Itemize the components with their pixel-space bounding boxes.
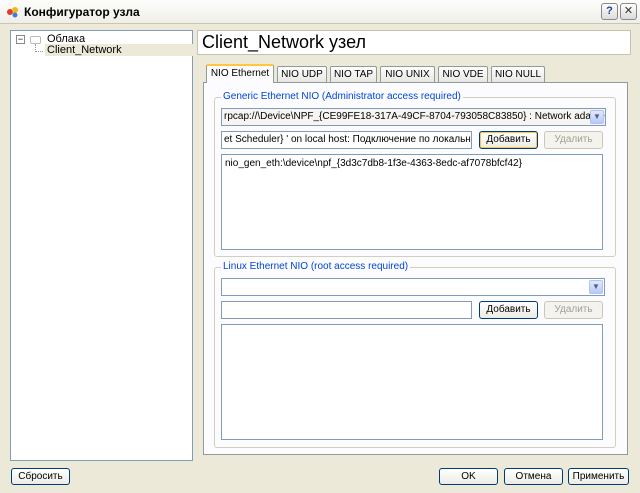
title-bar: Конфигуратор узла ? ✕ <box>0 0 640 24</box>
linux-adapter-select[interactable]: ▼ <box>221 278 605 296</box>
linux-ethernet-legend: Linux Ethernet NIO (root access required… <box>221 261 411 272</box>
linux-ethernet-group: Linux Ethernet NIO (root access required… <box>214 261 616 448</box>
close-button[interactable]: ✕ <box>620 3 637 20</box>
generic-interface-input[interactable]: et Scheduler} ' on local host: Подключен… <box>221 131 472 149</box>
chevron-down-icon[interactable]: ▼ <box>589 280 603 294</box>
list-item[interactable]: nio_gen_eth:\device\npf_{3d3c7db8-1f3e-4… <box>225 158 599 169</box>
app-icon <box>7 7 18 18</box>
window-title: Конфигуратор узла <box>24 5 140 19</box>
tab-nio-tap[interactable]: NIO TAP <box>330 66 377 82</box>
tree-connector <box>35 51 43 52</box>
apply-button[interactable]: Применить <box>568 468 629 485</box>
tab-nio-unix[interactable]: NIO UNIX <box>380 66 435 82</box>
ok-button[interactable]: OK <box>439 468 498 485</box>
node-tree[interactable]: − Облака Client_Network <box>10 30 202 461</box>
linux-remove-button[interactable]: Удалить <box>544 301 603 319</box>
tab-nio-ethernet[interactable]: NIO Ethernet <box>206 64 274 83</box>
generic-ethernet-legend: Generic Ethernet NIO (Administrator acce… <box>221 91 463 102</box>
tree-item-client-network[interactable]: Client_Network <box>45 44 202 56</box>
generic-remove-button[interactable]: Удалить <box>544 131 603 149</box>
tab-nio-null[interactable]: NIO NULL <box>491 66 545 82</box>
generic-ethernet-group: Generic Ethernet NIO (Administrator acce… <box>214 91 616 257</box>
tab-panel-nio-ethernet: Generic Ethernet NIO (Administrator acce… <box>203 82 628 455</box>
linux-nio-list[interactable] <box>221 324 603 440</box>
tab-nio-udp[interactable]: NIO UDP <box>277 66 327 82</box>
generic-adapter-value: rpcap://\Device\NPF_{CE99FE18-317A-49CF-… <box>224 111 606 122</box>
tab-nio-vde[interactable]: NIO VDE <box>438 66 488 82</box>
generic-add-button[interactable]: Добавить <box>479 131 538 149</box>
generic-nio-list[interactable]: nio_gen_eth:\device\npf_{3d3c7db8-1f3e-4… <box>221 154 603 250</box>
help-button[interactable]: ? <box>601 3 618 20</box>
cancel-button[interactable]: Отмена <box>504 468 563 485</box>
linux-interface-input[interactable] <box>221 301 472 319</box>
cloud-folder-icon <box>30 36 41 44</box>
linux-add-button[interactable]: Добавить <box>479 301 538 319</box>
chevron-down-icon[interactable]: ▼ <box>590 110 604 124</box>
reset-button[interactable]: Сбросить <box>11 468 70 485</box>
generic-adapter-select[interactable]: rpcap://\Device\NPF_{CE99FE18-317A-49CF-… <box>221 108 606 126</box>
node-title: Client_Network узел <box>197 30 631 55</box>
tree-collapse-icon[interactable]: − <box>16 35 25 44</box>
